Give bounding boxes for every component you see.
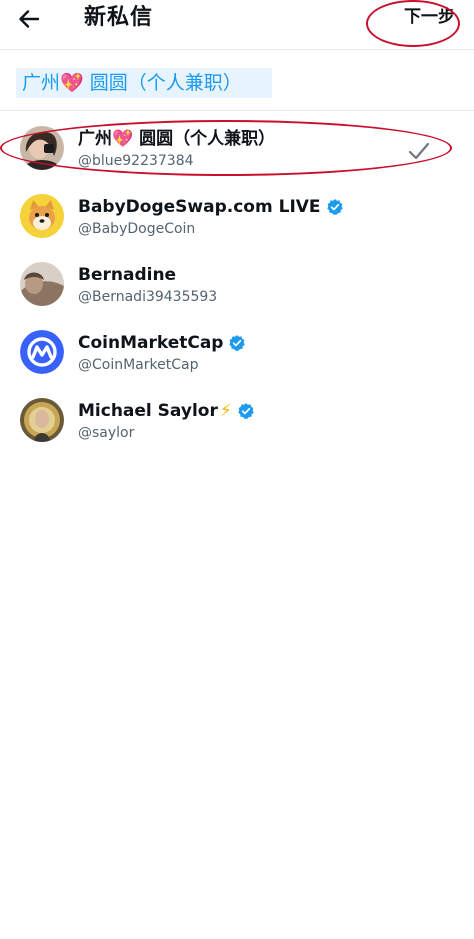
user-display-name: BabyDogeSwap.com LIVE <box>78 197 321 217</box>
lightning-emoji: ⚡ <box>219 401 232 421</box>
recipients-field: 广州💖 圆圆（个人兼职） <box>0 51 474 111</box>
user-handle: @blue92237384 <box>78 153 194 169</box>
verified-badge-icon <box>326 199 343 215</box>
back-button[interactable] <box>12 4 46 34</box>
page-title: 新私信 <box>84 5 154 30</box>
next-button[interactable]: 下一步 <box>404 4 455 30</box>
top-bar: 新私信 下一步 <box>0 0 474 50</box>
avatar <box>20 126 64 170</box>
user-display-name-line: CoinMarketCap <box>78 332 246 354</box>
user-row-babydogecoin[interactable]: BabyDogeSwap.com LIVE @BabyDogeCoin <box>0 184 474 250</box>
user-handle: @CoinMarketCap <box>78 357 199 373</box>
user-row-bernadi39435593[interactable]: Bernadine @Bernadi39435593 <box>0 252 474 318</box>
avatar <box>20 330 64 374</box>
arrow-left-icon <box>19 10 40 28</box>
user-display-name-line: BabyDogeSwap.com LIVE <box>78 196 344 218</box>
user-display-name: CoinMarketCap <box>78 333 224 353</box>
user-handle: @BabyDogeCoin <box>78 221 196 237</box>
avatar <box>20 398 64 442</box>
avatar <box>20 194 64 238</box>
user-row-coinmarketcap[interactable]: CoinMarketCap @CoinMarketCap <box>0 320 474 386</box>
selected-recipient-chip[interactable]: 广州💖 圆圆（个人兼职） <box>16 68 272 98</box>
user-display-name: Bernadine <box>78 265 177 285</box>
user-handle: @saylor <box>78 425 135 441</box>
user-handle: @Bernadi39435593 <box>78 289 218 305</box>
verified-badge-icon <box>238 403 254 419</box>
user-display-name-line: Michael Saylor ⚡ <box>78 400 255 422</box>
verified-badge-icon <box>229 335 246 351</box>
user-row-saylor[interactable]: Michael Saylor ⚡ @saylor <box>0 388 474 454</box>
checkmark-icon <box>408 142 430 160</box>
user-display-name: 广州💖 圆圆（个人兼职） <box>78 129 276 149</box>
avatar <box>20 262 64 306</box>
user-display-name: Michael Saylor <box>78 401 218 421</box>
user-row-blue92237384[interactable]: 广州💖 圆圆（个人兼职） @blue92237384 <box>0 116 474 182</box>
